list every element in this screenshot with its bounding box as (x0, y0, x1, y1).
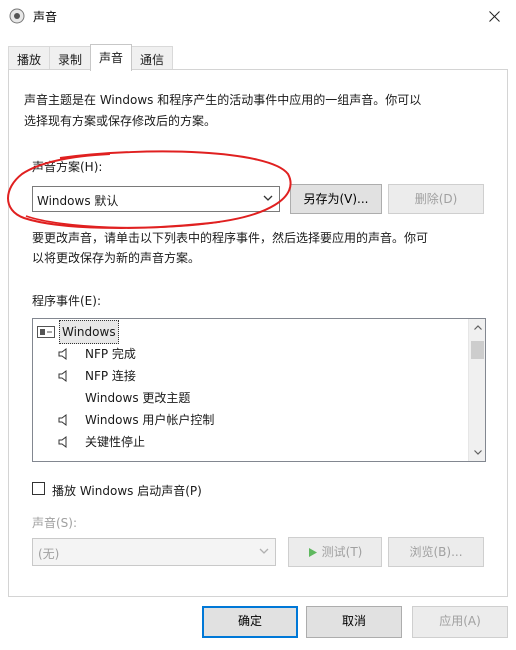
list-item[interactable]: NFP 连接 (57, 365, 138, 387)
events-scrollbar[interactable] (468, 319, 485, 461)
list-item-label: Windows (59, 320, 119, 344)
change-description-line-2: 以将更改保存为新的声音方案。 (32, 251, 201, 265)
list-item-label: NFP 连接 (85, 369, 136, 383)
browse-button[interactable]: 浏览(B)... (388, 537, 484, 567)
sound-scheme-dropdown[interactable]: Windows 默认 (32, 186, 280, 212)
sound-label: 声音(S): (32, 516, 78, 530)
scroll-up-button[interactable] (469, 319, 485, 336)
chevron-up-icon (473, 325, 482, 330)
list-item[interactable]: Windows 用户帐户控制 (57, 409, 216, 431)
list-item[interactable]: 关键性停止 (57, 431, 147, 453)
title-bar: 声音 (0, 0, 516, 32)
list-item-label: Windows 用户帐户控制 (85, 413, 215, 427)
speaker-icon (58, 436, 67, 448)
startup-sound-checkbox[interactable] (32, 482, 45, 495)
chevron-down-icon (473, 450, 482, 455)
list-item-label: Windows 更改主题 (85, 391, 191, 405)
ok-button[interactable]: 确定 (202, 606, 298, 638)
speaker-icon (58, 348, 67, 360)
theme-description-line-1: 声音主题是在 Windows 和程序产生的活动事件中应用的一组声音。你可以 (24, 93, 422, 107)
test-button[interactable]: 测试(T) (288, 537, 382, 567)
list-item[interactable]: Windows 更改主题 (83, 387, 192, 409)
startup-sound-label[interactable]: 播放 Windows 启动声音(P) (52, 482, 202, 499)
change-description-line-1: 要更改声音，请单击以下列表中的程序事件，然后选择要应用的声音。你可 (32, 231, 429, 245)
sound-scheme-value: Windows 默认 (37, 194, 119, 208)
chevron-down-icon (263, 195, 273, 201)
save-as-button[interactable]: 另存为(V)... (290, 184, 382, 214)
windows-group-icon (37, 326, 55, 338)
close-button[interactable] (472, 0, 516, 32)
list-item-label: 关键性停止 (85, 435, 146, 449)
speaker-app-icon (9, 8, 25, 24)
program-events-label: 程序事件(E): (32, 294, 101, 308)
tab-playback[interactable]: 播放 (8, 46, 51, 70)
program-events-list[interactable]: Windows NFP 完成 NFP 连接 Windows 更改主题 Windo… (32, 318, 486, 462)
scrollbar-thumb[interactable] (471, 341, 484, 359)
window-title: 声音 (33, 10, 58, 24)
tab-recording[interactable]: 录制 (49, 46, 92, 70)
cancel-button[interactable]: 取消 (306, 606, 402, 638)
chevron-down-icon (259, 548, 269, 554)
list-item-windows-group[interactable]: Windows (37, 320, 119, 344)
list-item[interactable]: NFP 完成 (57, 343, 138, 365)
theme-description-line-2: 选择现有方案或保存修改后的方案。 (24, 114, 217, 128)
list-item-label: NFP 完成 (85, 347, 136, 361)
play-icon (308, 547, 317, 557)
speaker-icon (58, 414, 67, 426)
tab-strip: 播放 录制 声音 通信 (8, 44, 174, 71)
speaker-icon (58, 370, 67, 382)
delete-button[interactable]: 删除(D) (388, 184, 484, 214)
sound-dropdown[interactable]: (无) (32, 538, 276, 566)
tab-sounds[interactable]: 声音 (90, 44, 133, 71)
sound-value: (无) (38, 547, 60, 561)
test-button-label: 测试(T) (321, 545, 363, 559)
apply-button[interactable]: 应用(A) (412, 606, 508, 638)
sound-scheme-label: 声音方案(H): (32, 160, 103, 174)
close-icon (488, 10, 500, 22)
tab-communications[interactable]: 通信 (131, 46, 174, 70)
scroll-down-button[interactable] (469, 444, 485, 461)
